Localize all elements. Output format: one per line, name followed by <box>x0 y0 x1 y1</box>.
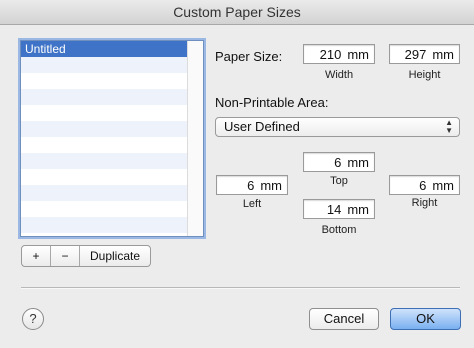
right-caption: Right <box>411 197 438 209</box>
paper-width-unit: mm <box>347 46 369 62</box>
popup-selected-value: User Defined <box>224 119 300 134</box>
top-margin-field[interactable]: 6 mm <box>303 152 375 172</box>
list-empty-row <box>21 121 203 137</box>
cancel-button[interactable]: Cancel <box>309 308 379 330</box>
left-margin-unit: mm <box>260 177 282 193</box>
height-caption: Height <box>408 69 441 81</box>
paper-size-list[interactable]: Untitled <box>20 40 204 237</box>
ok-button[interactable]: OK <box>390 308 461 330</box>
non-printable-popup[interactable]: User Defined ▲ ▼ <box>215 117 460 137</box>
list-scrollbar[interactable] <box>187 41 203 236</box>
left-margin-field[interactable]: 6 mm <box>216 175 288 195</box>
list-empty-row <box>21 201 203 217</box>
list-item[interactable]: Untitled <box>21 41 203 57</box>
paper-width-field[interactable]: 210 mm <box>303 44 375 64</box>
width-caption: Width <box>324 69 354 81</box>
list-empty-row <box>21 185 203 201</box>
paper-height-value: 297 <box>404 46 427 62</box>
separator <box>21 287 460 289</box>
list-empty-row <box>21 105 203 121</box>
list-empty-row <box>21 57 203 73</box>
list-empty-row <box>21 217 203 233</box>
bottom-caption: Bottom <box>321 224 357 236</box>
popup-arrows-icon: ▲ ▼ <box>445 118 453 135</box>
duplicate-button[interactable]: Duplicate <box>80 246 150 266</box>
help-button[interactable]: ? <box>22 308 44 330</box>
list-empty-row <box>21 153 203 169</box>
top-caption: Top <box>330 175 348 187</box>
left-margin-value: 6 <box>247 177 255 193</box>
right-margin-unit: mm <box>432 177 454 193</box>
remove-button[interactable]: − <box>51 246 80 266</box>
paper-height-field[interactable]: 297 mm <box>389 44 460 64</box>
paper-size-label: Paper Size: <box>215 49 283 64</box>
bottom-margin-value: 14 <box>326 201 342 217</box>
paper-width-value: 210 <box>319 46 342 62</box>
list-empty-row <box>21 169 203 185</box>
bottom-margin-field[interactable]: 14 mm <box>303 199 375 219</box>
paper-height-unit: mm <box>432 46 454 62</box>
left-caption: Left <box>242 198 262 210</box>
list-empty-row <box>21 89 203 105</box>
top-margin-unit: mm <box>347 154 369 170</box>
list-empty-row <box>21 73 203 89</box>
right-margin-field[interactable]: 6 mm <box>389 175 460 195</box>
top-margin-value: 6 <box>334 154 342 170</box>
add-button[interactable]: + <box>22 246 51 266</box>
window-title: Custom Paper Sizes <box>0 0 474 25</box>
list-buttons: + − Duplicate <box>21 245 151 267</box>
list-empty-row <box>21 137 203 153</box>
right-margin-value: 6 <box>419 177 427 193</box>
bottom-margin-unit: mm <box>347 201 369 217</box>
non-printable-label: Non-Printable Area: <box>215 95 329 110</box>
